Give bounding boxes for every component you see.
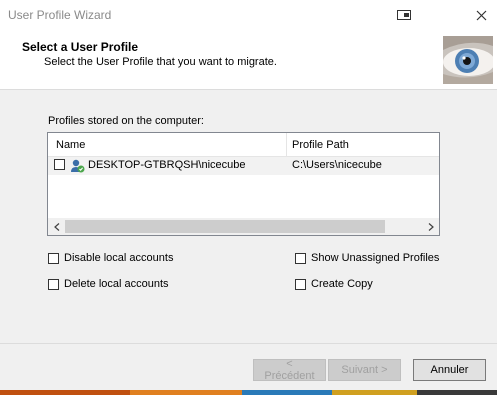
profile-path: C:\Users\nicecube <box>292 159 382 171</box>
disable-local-accounts-checkbox[interactable] <box>48 252 59 264</box>
column-separator[interactable] <box>286 133 287 156</box>
delete-local-accounts-label: Delete local accounts <box>64 278 169 290</box>
disable-local-accounts-label: Disable local accounts <box>64 252 174 264</box>
column-name[interactable]: Name <box>56 139 85 151</box>
profiles-list[interactable]: Name Profile Path DESKTOP-GTBRQSH\nicecu… <box>47 132 440 236</box>
taskbar-segment <box>417 390 497 395</box>
create-copy-option[interactable]: Create Copy <box>295 277 373 291</box>
page-title: Select a User Profile <box>22 40 139 54</box>
eye-image <box>443 36 493 84</box>
taskbar-strip <box>0 390 497 395</box>
footer-divider <box>0 343 497 344</box>
wizard-header: Select a User Profile Select the User Pr… <box>0 30 497 90</box>
window-title: User Profile Wizard <box>8 8 112 22</box>
list-header: Name Profile Path <box>48 133 439 157</box>
taskbar-segment <box>0 390 130 395</box>
restore-window-icon[interactable] <box>393 5 415 25</box>
delete-local-accounts-checkbox[interactable] <box>48 278 59 290</box>
column-profile-path[interactable]: Profile Path <box>292 139 349 151</box>
show-unassigned-profiles-label: Show Unassigned Profiles <box>311 252 440 264</box>
show-unassigned-profiles-checkbox[interactable] <box>295 252 306 264</box>
taskbar-segment <box>130 390 242 395</box>
user-profile-icon <box>70 158 86 177</box>
page-subtitle: Select the User Profile that you want to… <box>44 56 277 68</box>
create-copy-checkbox[interactable] <box>295 278 306 290</box>
disable-local-accounts-option[interactable]: Disable local accounts <box>48 251 173 265</box>
next-button[interactable]: Suivant > <box>328 359 401 381</box>
profile-checkbox[interactable] <box>54 159 65 170</box>
show-unassigned-profiles-option[interactable]: Show Unassigned Profiles <box>295 251 439 265</box>
taskbar-segment <box>332 390 417 395</box>
create-copy-label: Create Copy <box>311 278 373 290</box>
close-icon[interactable] <box>470 5 492 25</box>
scroll-left-icon[interactable] <box>48 218 65 235</box>
delete-local-accounts-option[interactable]: Delete local accounts <box>48 277 169 291</box>
taskbar-segment <box>242 390 332 395</box>
list-item[interactable]: DESKTOP-GTBRQSH\nicecube C:\Users\nicecu… <box>48 157 439 175</box>
title-bar: User Profile Wizard <box>0 0 497 30</box>
scroll-right-icon[interactable] <box>422 218 439 235</box>
horizontal-scrollbar[interactable] <box>48 218 439 235</box>
profile-name: DESKTOP-GTBRQSH\nicecube <box>88 159 246 171</box>
previous-button[interactable]: < Précédent <box>253 358 326 382</box>
profiles-group-label: Profiles stored on the computer: <box>48 115 204 127</box>
scrollbar-thumb[interactable] <box>65 220 385 233</box>
cancel-button[interactable]: Annuler <box>413 359 486 381</box>
